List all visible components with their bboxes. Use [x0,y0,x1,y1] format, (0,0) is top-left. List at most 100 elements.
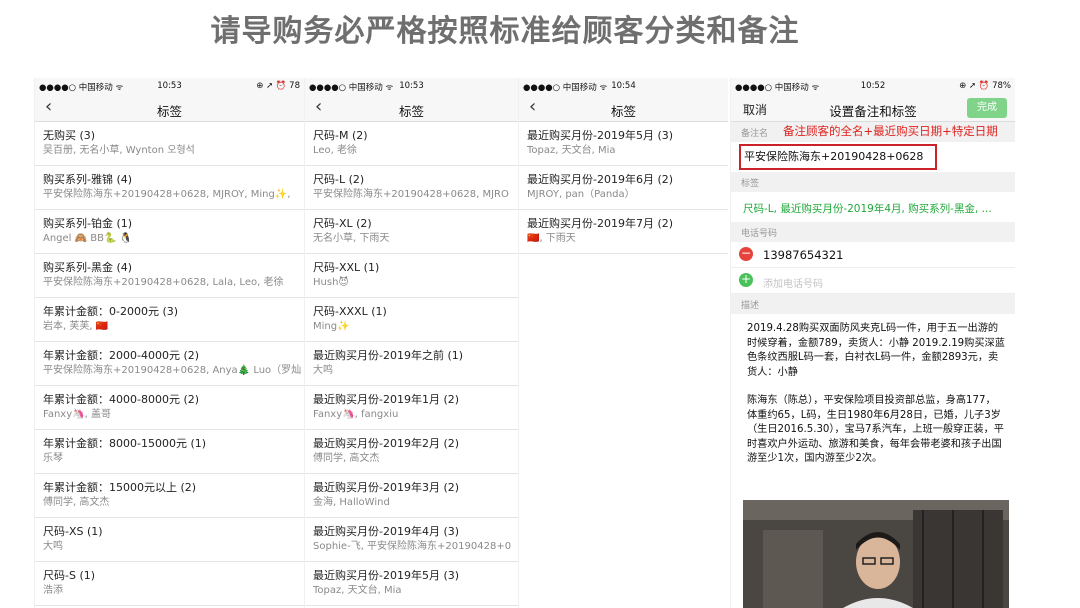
tag-list-item[interactable]: 最近购买月份-2019年1月 (2) Fanxy🦄, fangxiu [305,386,518,430]
slide-headline: 请导购务必严格按照标准给顾客分类和备注 [210,14,800,49]
tag-name: 尺码-L (2) [313,173,365,186]
tag-list: 尺码-M (2) Leo, 老徐 尺码-L (2) 平安保险陈海东+20190428+… [305,122,518,606]
tag-members: 平安保险陈海东+20190428+0628, MJRO [313,189,509,200]
tag-members: Ming✨ [313,321,350,332]
tag-name: 最近购买月份-2019年2月 (2) [313,437,460,450]
customer-photo[interactable] [743,500,1009,608]
tag-members: 平安保险陈海东+20190428+0628, Anya🎄 Luo（罗灿 [43,365,302,376]
tag-name: 尺码-XL (2) [313,217,372,230]
tag-members: 吴百册, 无名小草, Wynton 오형석 [43,145,195,156]
tag-list-item[interactable]: 尺码-XXXL (1) Ming✨ [305,298,518,342]
tag-name: 年累计金额：15000元以上 (2) [43,481,197,494]
status-icons: ⊕ ➚ ⏰ 78 [256,81,300,91]
tag-members: 岩本, 芙芙, 🇨🇳 [43,321,109,332]
add-phone-icon[interactable]: + [739,273,753,287]
tag-members: 无名小草, 下雨天 [313,233,390,244]
tag-members: Sophie-飞, 平安保险陈海东+20190428+0 [313,541,512,552]
tag-list-item[interactable]: 最近购买月份-2019年5月 (3) Topaz, 天文台, Mia [519,122,728,166]
tag-name: 最近购买月份-2019年1月 (2) [313,393,460,406]
tag-members: 🇨🇳, 下雨天 [527,233,576,244]
phone-screen-remark: ●●●●○ 中国移动 ᯤ 10:52 ⊕ ➚ ⏰ 78% 取消 设置备注和标签 … [730,78,1015,608]
slide: 请导购务必严格按照标准给顾客分类和备注 ●●●●○ 中国移动 ᯤ 10:53 ⊕… [0,0,1080,608]
done-button[interactable]: 完成 [967,98,1007,118]
tag-members: 乐琴 [43,453,63,464]
nav-bar: ‹ 标签 [519,94,728,122]
add-phone-placeholder[interactable]: 添加电话号码 [763,275,823,290]
tag-list-item[interactable]: 尺码-XXL (1) Hush😈 [305,254,518,298]
description-paragraph-2: 陈海东（陈总），平安保险项目投资部总监，身高177，体重约65，L码，生日198… [747,395,1004,464]
tag-list-item[interactable]: 尺码-S (1) 浩添 [35,562,304,606]
add-phone-row[interactable]: + 添加电话号码 [731,268,1015,294]
tag-list-item[interactable]: 年累计金额：4000-8000元 (2) Fanxy🦄, 盖哥 [35,386,304,430]
remark-annotation: 备注顾客的全名+最近购买日期+特定日期 [783,124,998,138]
tag-name: 购买系列-黑金 (4) [43,261,133,274]
phone-number-value[interactable]: 13987654321 [763,248,843,262]
tag-name: 尺码-M (2) [313,129,368,142]
remove-phone-icon[interactable]: − [739,247,753,261]
tag-list-item[interactable]: 最近购买月份-2019年3月 (2) 金海, HalloWind [305,474,518,518]
status-bar: ●●●●○ 中国移动 ᯤ 10:53 [305,78,518,94]
phone-label: 电话号码 [741,229,778,239]
tag-list-item[interactable]: 购买系列-铂金 (1) Angel 🙈 BB🐍 🐧 [35,210,304,254]
tags-field[interactable]: 尺码-L, 最近购买月份-2019年4月, 购买系列-黑金, ... [731,192,1015,222]
tag-members: 大鸣 [43,541,63,552]
tag-list-item[interactable]: 年累计金额：15000元以上 (2) 傅同学, 高文杰 [35,474,304,518]
tag-members: Topaz, 天文台, Mia [527,145,616,156]
tag-list-item[interactable]: 尺码-M (2) Leo, 老徐 [305,122,518,166]
description-paragraph-1: 2019.4.28购买双面防风夹克L码一件，用于五一出游的时候穿着，金额789，… [747,323,1005,378]
nav-bar: 取消 设置备注和标签 完成 [731,94,1015,122]
tag-name: 尺码-XS (1) [43,525,103,538]
desc-label: 描述 [741,301,760,311]
nav-title: 标签 [610,104,636,119]
phone-screen-tags-3: ●●●●○ 中国移动 ᯤ 10:54 ‹ 标签 最近购买月份-2019年5月 (… [518,78,728,608]
nav-bar: ‹ 标签 [35,94,304,122]
tag-list-item[interactable]: 购买系列-黑金 (4) 平安保险陈海东+20190428+0628, Lala, … [35,254,304,298]
description-text[interactable]: 2019.4.28购买双面防风夹克L码一件，用于五一出游的时候穿着，金额789，… [731,314,1015,467]
tag-list-item[interactable]: 年累计金额：2000-4000元 (2) 平安保险陈海东+20190428+062… [35,342,304,386]
tag-name: 购买系列-铂金 (1) [43,217,133,230]
tag-list-item[interactable]: 最近购买月份-2019年7月 (2) 🇨🇳, 下雨天 [519,210,728,254]
status-bar: ●●●●○ 中国移动 ᯤ 10:52 ⊕ ➚ ⏰ 78% [731,78,1015,94]
tag-list-item[interactable]: 年累计金额：0-2000元 (3) 岩本, 芙芙, 🇨🇳 [35,298,304,342]
tag-list-item[interactable]: 尺码-L (2) 平安保险陈海东+20190428+0628, MJRO [305,166,518,210]
tag-list-item[interactable]: 最近购买月份-2019年5月 (3) Topaz, 天文台, Mia [305,562,518,606]
tag-members: MJROY, pan（Panda） [527,189,635,200]
tag-list-item[interactable]: 尺码-XS (1) 大鸣 [35,518,304,562]
tag-members: 平安保险陈海东+20190428+0628, MJROY, Ming✨, [43,189,291,200]
tag-name: 年累计金额：4000-8000元 (2) [43,393,200,406]
tag-list-item[interactable]: 最近购买月份-2019年之前 (1) 大鸣 [305,342,518,386]
tag-members: 傅同学, 高文杰 [43,497,110,508]
phone-screen-tags-2: ●●●●○ 中国移动 ᯤ 10:53 ‹ 标签 尺码-M (2) Leo, 老徐尺… [304,78,518,608]
tag-name: 最近购买月份-2019年7月 (2) [527,217,674,230]
tag-members: Angel 🙈 BB🐍 🐧 [43,233,133,244]
tag-list-item[interactable]: 最近购买月份-2019年2月 (2) 傅同学, 高文杰 [305,430,518,474]
tag-members: 金海, HalloWind [313,497,390,508]
tag-name: 最近购买月份-2019年之前 (1) [313,349,464,362]
tag-list-item[interactable]: 尺码-XL (2) 无名小草, 下雨天 [305,210,518,254]
tag-members: 大鸣 [313,365,333,376]
tag-members: Fanxy🦄, 盖哥 [43,409,111,420]
tag-name: 购买系列-雅锦 (4) [43,173,133,186]
tag-name: 尺码-XXL (1) [313,261,380,274]
nav-title: 标签 [398,104,424,119]
tag-name: 尺码-S (1) [43,569,96,582]
tag-name: 最近购买月份-2019年5月 (3) [527,129,674,142]
tag-members: Hush😈 [313,277,349,288]
tags-label: 标签 [741,179,760,189]
tag-list: 最近购买月份-2019年5月 (3) Topaz, 天文台, Mia 最近购买月份-… [519,122,728,254]
customer-photo-image [743,500,1009,608]
tag-list-item[interactable]: 最近购买月份-2019年6月 (2) MJROY, pan（Panda） [519,166,728,210]
tag-members: Leo, 老徐 [313,145,358,156]
tag-list-item[interactable]: 年累计金额：8000-15000元 (1) 乐琴 [35,430,304,474]
phone-number-row: − 13987654321 [731,242,1015,268]
desc-section-header: 描述 [731,294,1015,314]
nav-bar: ‹ 标签 [305,94,518,122]
nav-title: 标签 [156,104,182,119]
remark-label: 备注名 [741,129,769,139]
tag-members: 浩添 [43,585,63,596]
remark-input[interactable]: 平安保险陈海东+20190428+0628 [739,144,937,170]
tag-list-item[interactable]: 无购买 (3) 吴百册, 无名小草, Wynton 오형석 [35,122,304,166]
tag-name: 最近购买月份-2019年3月 (2) [313,481,460,494]
tag-list-item[interactable]: 购买系列-雅锦 (4) 平安保险陈海东+20190428+0628, MJROY,… [35,166,304,210]
tag-list-item[interactable]: 最近购买月份-2019年4月 (3) Sophie-飞, 平安保险陈海东+2019… [305,518,518,562]
